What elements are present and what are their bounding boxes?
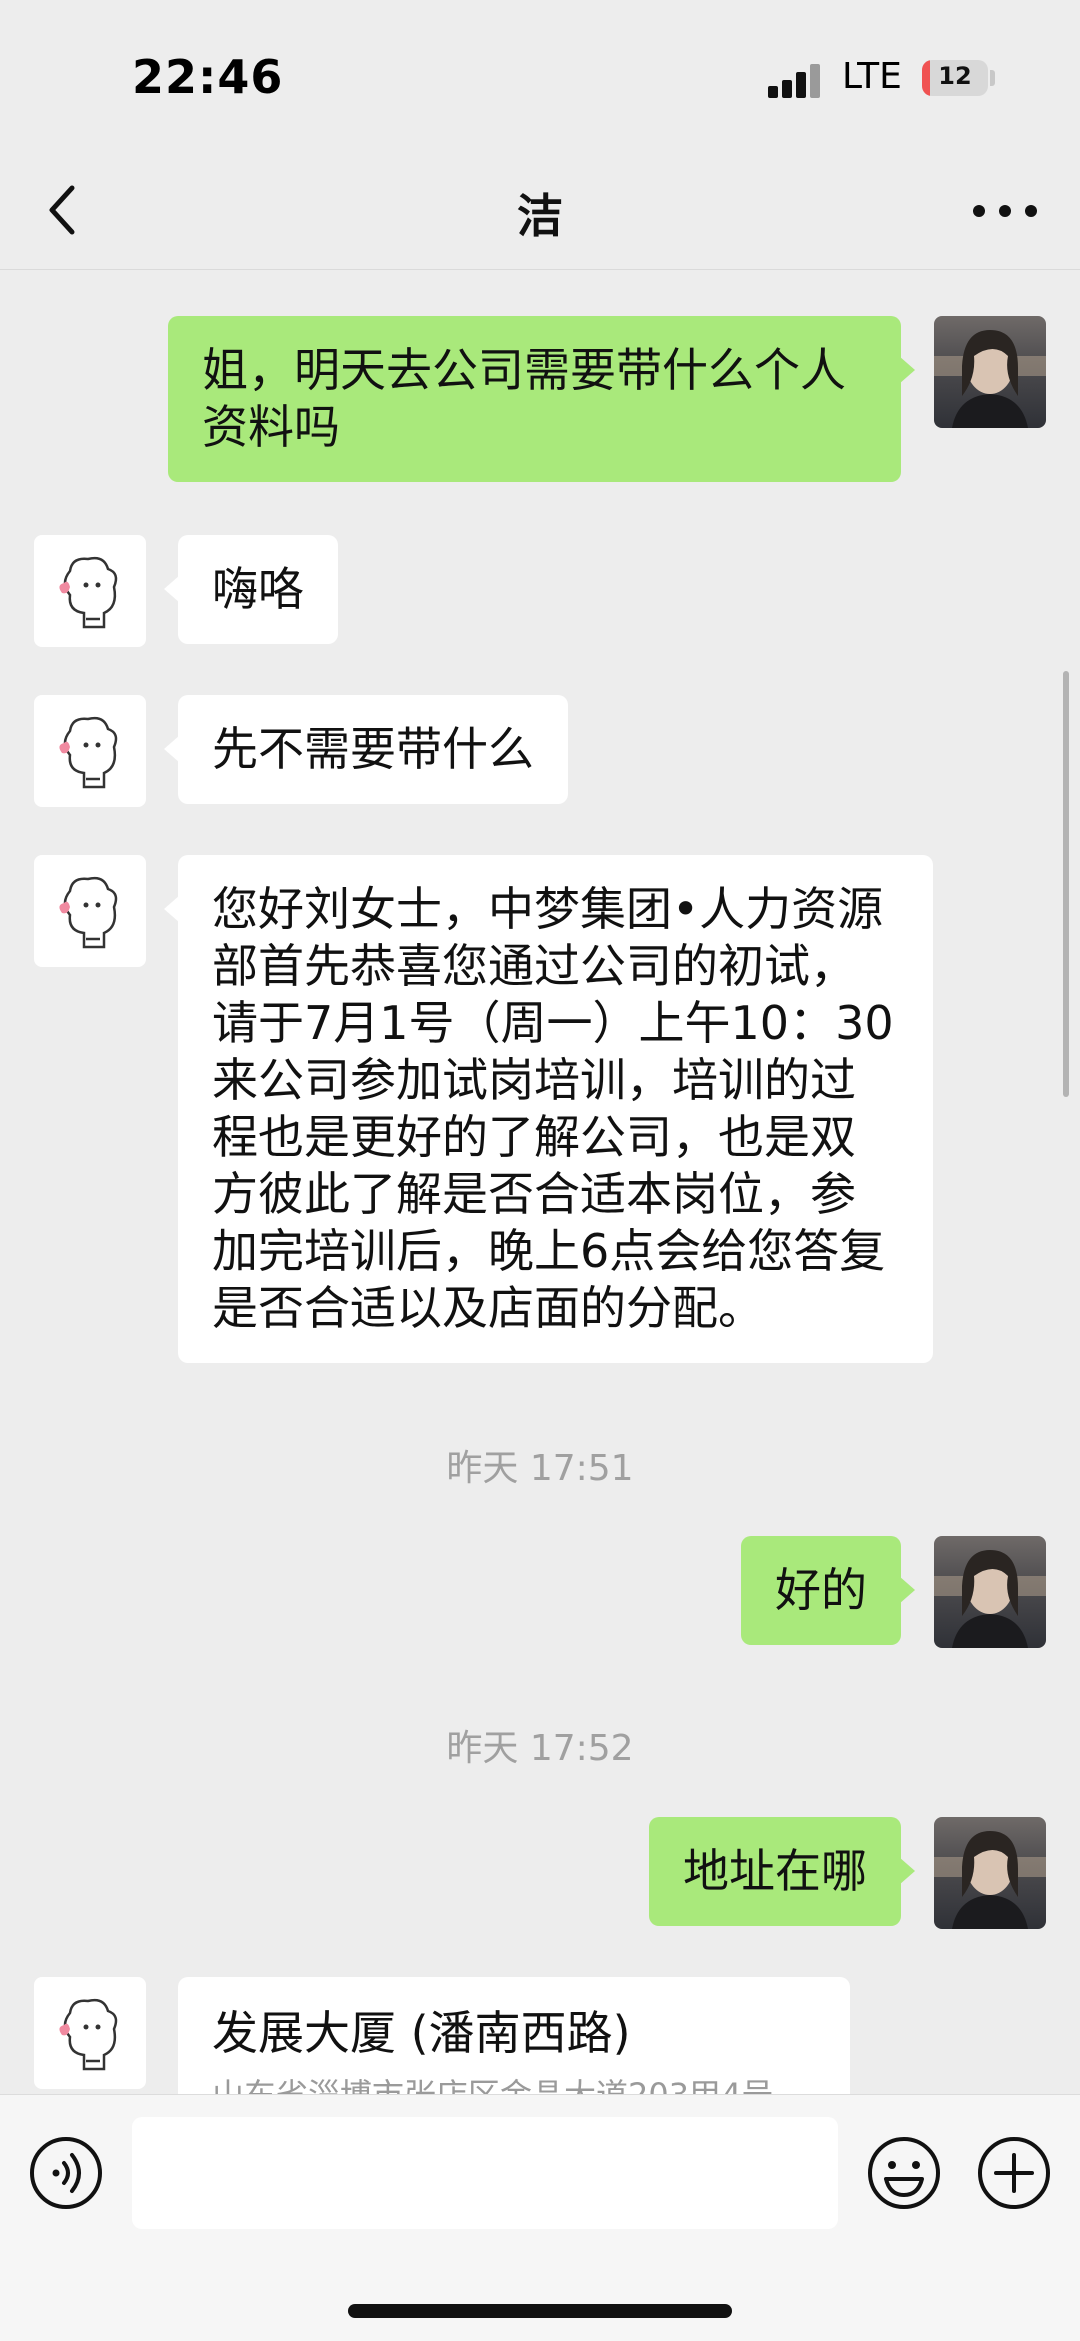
emoji-icon[interactable]	[866, 2135, 942, 2211]
my-avatar[interactable]	[934, 1817, 1046, 1929]
status-bar: 22:46 LTE 12	[0, 0, 1080, 150]
contact-avatar[interactable]	[34, 535, 146, 647]
message-bubble-sent[interactable]: 姐，明天去公司需要带什么个人资料吗	[168, 316, 915, 482]
location-address: 山东省淄博市张店区金晶大道203甲4号	[212, 2073, 816, 2094]
message-input[interactable]	[132, 2117, 838, 2229]
message-bubble-received[interactable]: 嗨咯	[164, 535, 338, 644]
more-dots-icon[interactable]	[970, 196, 1040, 226]
battery-percent: 12	[938, 62, 972, 90]
my-avatar[interactable]	[934, 316, 1046, 428]
chat-title: 洁	[517, 189, 563, 243]
status-time: 22:46	[132, 50, 284, 104]
my-avatar[interactable]	[934, 1536, 1046, 1648]
location-name: 发展大厦 (潘南西路)	[212, 2006, 631, 2060]
signal-icon	[768, 64, 820, 98]
location-card[interactable]: 发展大厦 (潘南西路) 山东省淄博市张店区金晶大道203甲4号	[178, 1977, 850, 2094]
battery-icon: 12	[922, 60, 988, 96]
home-indicator[interactable]	[348, 2304, 732, 2318]
scrollbar[interactable]	[1063, 671, 1069, 1097]
message-bubble-received[interactable]: 您好刘女士，中梦集团•人力资源部首先恭喜您通过公司的初试，请于7月1号（周一）上…	[164, 855, 933, 1363]
chat-header: 洁	[0, 150, 1080, 270]
message-bubble-sent[interactable]: 好的	[741, 1536, 915, 1645]
message-timestamp: 昨天 17:52	[446, 1728, 634, 1769]
contact-avatar[interactable]	[34, 1977, 146, 2089]
message-timestamp: 昨天 17:51	[446, 1448, 634, 1489]
voice-icon[interactable]	[28, 2135, 104, 2211]
network-type: LTE	[842, 56, 902, 97]
message-list[interactable]: 姐，明天去公司需要带什么个人资料吗 嗨咯 先不需要带什么 您好刘女士，中梦集团•…	[0, 271, 1080, 2094]
contact-avatar[interactable]	[34, 695, 146, 807]
plus-icon[interactable]	[976, 2135, 1052, 2211]
message-bubble-sent[interactable]: 地址在哪	[649, 1817, 915, 1926]
message-bubble-received[interactable]: 先不需要带什么	[164, 695, 568, 804]
contact-avatar[interactable]	[34, 855, 146, 967]
